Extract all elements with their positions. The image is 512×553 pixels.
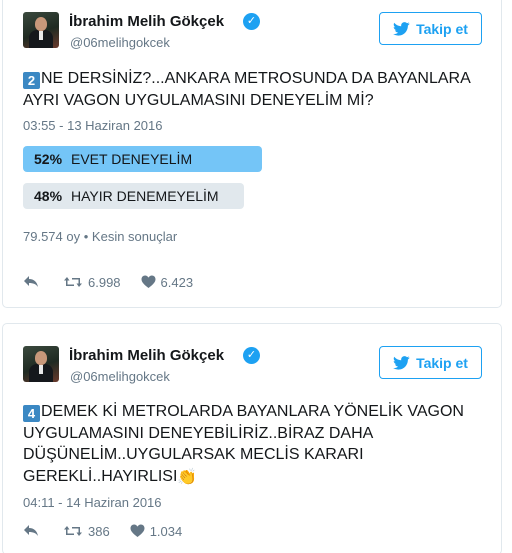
retweet-button[interactable]: 386 — [63, 524, 110, 539]
tweet-text-content: DEMEK Kİ METROLARDA BAYANLARA YÖNELİK VA… — [23, 403, 464, 485]
poll-vote-count: 79.574 oy — [23, 229, 81, 244]
follow-label: Takip et — [416, 20, 468, 37]
tweet-card-2: İbrahim Melih Gökçek ✓ @06melihgokcek Ta… — [2, 323, 502, 553]
retweet-button[interactable]: 6.998 — [63, 275, 121, 290]
tweet-text: 4 DEMEK Kİ METROLARDA BAYANLARA YÖNELİK V… — [23, 401, 488, 487]
tweet-actions: 6.998 6.423 — [23, 273, 193, 291]
author-handle[interactable]: @06melihgokcek — [70, 35, 170, 50]
reply-icon — [24, 525, 38, 536]
like-button[interactable]: 1.034 — [130, 523, 183, 539]
author-handle[interactable]: @06melihgokcek — [70, 369, 170, 384]
retweet-icon — [64, 526, 82, 536]
author-name[interactable]: İbrahim Melih Gökçek — [69, 347, 224, 364]
retweet-count: 386 — [88, 523, 110, 539]
twitter-bird-icon — [393, 355, 410, 370]
poll-option-2: 48% HAYIR DENEMEYELİM — [23, 183, 244, 209]
separator-dot: • — [83, 229, 89, 244]
like-count: 1.034 — [149, 523, 183, 539]
clapping-hands-icon: 👏 — [177, 468, 198, 486]
like-button[interactable]: 6.423 — [141, 274, 194, 290]
reply-button[interactable] — [23, 524, 39, 538]
avatar[interactable] — [23, 346, 59, 382]
poll-option-label: EVET DENEYELİM — [71, 151, 193, 167]
reply-icon — [24, 276, 38, 287]
verified-badge-icon: ✓ — [243, 13, 260, 30]
keycap-number-icon: 2 — [23, 72, 40, 89]
tweet-text: 2 NE DERSİNİZ?...ANKARA METROSUNDA DA BAY… — [23, 68, 488, 111]
follow-label: Takip et — [416, 354, 468, 371]
poll-status: Kesin sonuçlar — [91, 229, 178, 244]
poll-option-percent: 52% — [34, 151, 63, 167]
twitter-bird-icon — [393, 21, 410, 36]
keycap-number-icon: 4 — [23, 405, 40, 422]
verified-badge-icon: ✓ — [243, 347, 260, 364]
tweet-actions: 386 1.034 — [23, 522, 182, 540]
retweet-count: 6.998 — [88, 274, 121, 290]
retweet-icon — [64, 277, 82, 287]
tweet-text-content: NE DERSİNİZ?...ANKARA METROSUNDA DA BAYA… — [23, 70, 470, 109]
author-name[interactable]: İbrahim Melih Gökçek — [69, 13, 224, 30]
like-count: 6.423 — [160, 274, 194, 290]
poll-meta: 79.574 oy • Kesin sonuçlar — [23, 229, 177, 244]
poll-option-label: HAYIR DENEMEYELİM — [71, 188, 219, 204]
tweet-timestamp[interactable]: 03:55 - 13 Haziran 2016 — [23, 118, 162, 133]
follow-button[interactable]: Takip et — [379, 12, 482, 45]
heart-icon — [130, 524, 145, 537]
follow-button[interactable]: Takip et — [379, 346, 482, 379]
heart-icon — [141, 275, 156, 288]
poll-option-percent: 48% — [34, 188, 63, 204]
tweet-card-1: İbrahim Melih Gökçek ✓ @06melihgokcek Ta… — [2, 0, 502, 308]
tweet-timestamp[interactable]: 04:11 - 14 Haziran 2016 — [23, 495, 162, 510]
avatar[interactable] — [23, 12, 59, 48]
poll-option-1: 52% EVET DENEYELİM — [23, 146, 262, 172]
reply-button[interactable] — [23, 275, 39, 289]
